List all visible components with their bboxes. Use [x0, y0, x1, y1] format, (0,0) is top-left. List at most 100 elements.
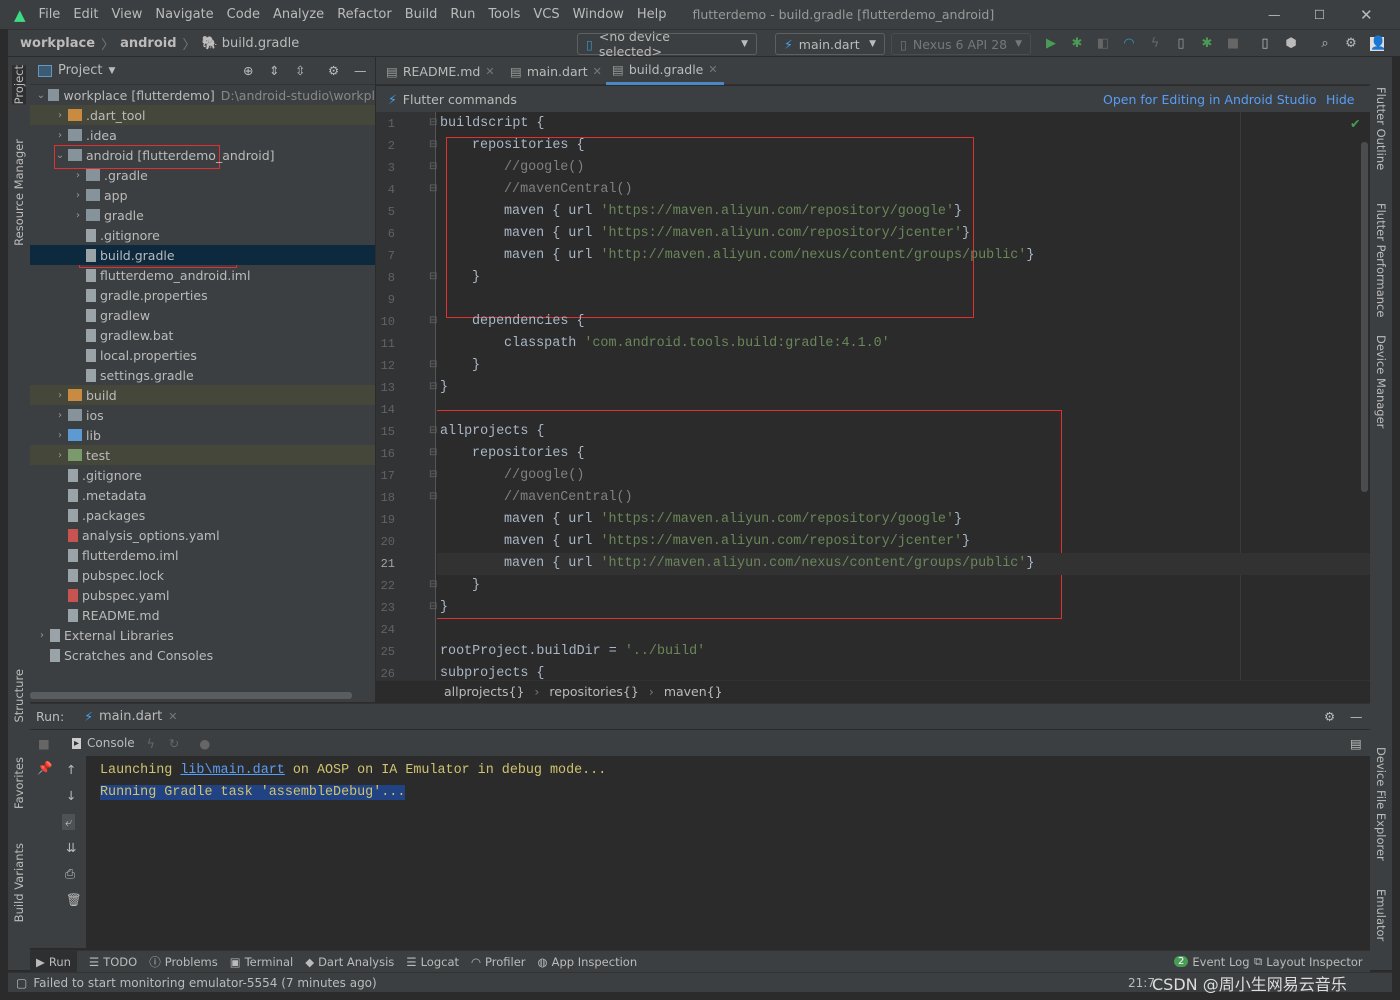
tree-item[interactable]: analysis_options.yaml — [30, 525, 375, 545]
tool-window-flutter-outline[interactable]: Flutter Outline — [1374, 87, 1388, 170]
tree-item[interactable]: Scratches and Consoles — [30, 645, 375, 665]
project-view-selector[interactable]: Project — [58, 63, 102, 78]
trash-icon[interactable]: 🗑 — [66, 892, 82, 908]
tree-item[interactable]: › test — [30, 445, 375, 465]
chevron-down-icon[interactable]: ⌄ — [54, 150, 66, 161]
tree-item[interactable]: local.properties — [30, 345, 375, 365]
tool-problems[interactable]: ⓘ Problems — [149, 954, 218, 970]
tool-window-favorites[interactable]: Favorites — [12, 757, 26, 809]
minimize-button[interactable]: — — [1268, 7, 1281, 22]
hot-restart-icon[interactable]: ↻ — [169, 736, 179, 751]
tree-item[interactable]: › .dart_tool — [30, 105, 375, 125]
attach-debugger-icon[interactable]: ✱ — [1200, 37, 1214, 51]
hide-icon[interactable]: — — [354, 63, 367, 78]
stop-icon[interactable]: ■ — [1226, 37, 1240, 51]
chevron-right-icon[interactable]: › — [72, 170, 84, 181]
file-link[interactable]: lib\main.dart — [180, 763, 284, 778]
tool-window-structure[interactable]: Structure — [12, 669, 26, 723]
structure-crumb[interactable]: allprojects{} — [444, 684, 524, 699]
tool-dart-analysis[interactable]: ◆ Dart Analysis — [305, 955, 394, 969]
tool-todo[interactable]: ☰ TODO — [89, 955, 137, 969]
tool-window-flutter-performance[interactable]: Flutter Performance — [1374, 203, 1388, 317]
tree-item[interactable]: › build — [30, 385, 375, 405]
device-manager-icon[interactable]: ▯ — [1258, 37, 1272, 51]
debug-icon[interactable]: ✱ — [1070, 37, 1084, 51]
avd-selector[interactable]: ▯ Nexus 6 API 28 ▼ — [891, 33, 1031, 55]
avatar[interactable]: 👤 — [1370, 37, 1386, 51]
tree-item[interactable]: › ios — [30, 405, 375, 425]
close-button[interactable]: ✕ — [1360, 6, 1373, 24]
collapse-all-icon[interactable]: ⇳ — [295, 63, 305, 78]
chevron-right-icon[interactable]: › — [72, 210, 84, 221]
expand-all-icon[interactable]: ⇕ — [269, 63, 279, 78]
open-for-editing-link[interactable]: Open for Editing in Android Studio — [1103, 92, 1317, 107]
chevron-right-icon[interactable]: › — [72, 190, 84, 201]
tree-item[interactable]: README.md — [30, 605, 375, 625]
tree-item[interactable]: pubspec.lock — [30, 565, 375, 585]
tab-main-dart[interactable]: ▤ main.dart ✕ — [504, 57, 608, 85]
close-icon[interactable]: ✕ — [168, 710, 177, 723]
menu-window[interactable]: Window — [573, 7, 624, 22]
run-config-selector[interactable]: ⚡ main.dart ▼ — [775, 33, 885, 55]
layout-icon[interactable]: ▤ — [1350, 736, 1362, 751]
structure-crumb[interactable]: repositories{} — [549, 684, 638, 699]
code-editor[interactable]: ✔ buildscript {repositories {//google() /… — [437, 112, 1370, 680]
soft-wrap-icon[interactable]: ⤶ — [62, 814, 76, 830]
close-icon[interactable]: ✕ — [708, 63, 717, 76]
chevron-right-icon[interactable]: › — [54, 410, 66, 421]
scroll-to-end-icon[interactable]: ⇊ — [66, 840, 76, 855]
gear-icon[interactable]: ⚙ — [1324, 709, 1335, 724]
sdk-manager-icon[interactable]: ⬢ — [1284, 37, 1298, 51]
tool-logcat[interactable]: ☰ Logcat — [406, 955, 459, 969]
chevron-right-icon[interactable]: › — [54, 390, 66, 401]
tree-item[interactable]: .gitignore — [30, 465, 375, 485]
search-icon[interactable]: ⌕ — [1318, 37, 1332, 51]
apply-changes-icon[interactable]: ▯ — [1174, 37, 1188, 51]
tree-scrollbar[interactable] — [30, 692, 352, 699]
tree-item[interactable]: › lib — [30, 425, 375, 445]
status-message[interactable]: Failed to start monitoring emulator-5554… — [33, 976, 376, 990]
tree-item[interactable]: .gitignore — [30, 225, 375, 245]
tree-item[interactable]: › External Libraries — [30, 625, 375, 645]
menu-view[interactable]: View — [112, 7, 143, 22]
tool-window-emulator[interactable]: Emulator — [1374, 889, 1388, 941]
tree-item[interactable]: gradlew.bat — [30, 325, 375, 345]
tree-item[interactable]: .metadata — [30, 485, 375, 505]
tool-app-inspection[interactable]: ◍ App Inspection — [538, 955, 638, 969]
tree-item[interactable]: flutterdemo_android.iml — [30, 265, 375, 285]
menu-run[interactable]: Run — [450, 7, 475, 22]
tab-build-gradle[interactable]: ▤ build.gradle ✕ — [606, 57, 724, 85]
chevron-down-icon[interactable]: ⌄ — [36, 90, 46, 101]
tool-window-build-variants[interactable]: Build Variants — [12, 843, 26, 922]
chevron-right-icon[interactable]: › — [54, 430, 66, 441]
breadcrumb-file[interactable]: build.gradle — [222, 36, 300, 51]
down-arrow-icon[interactable]: ↓ — [66, 788, 76, 803]
tree-item[interactable]: ⌄ android [flutterdemo_android] — [30, 145, 375, 165]
menu-build[interactable]: Build — [405, 7, 438, 22]
run-icon[interactable]: ▶ — [1044, 37, 1058, 51]
event-log-button[interactable]: 2 Event Log — [1174, 955, 1250, 969]
up-arrow-icon[interactable]: ↑ — [66, 762, 76, 777]
tree-item[interactable]: .packages — [30, 505, 375, 525]
locate-icon[interactable]: ⊕ — [243, 63, 253, 78]
console-tab[interactable]: Console — [87, 736, 135, 750]
structure-crumb[interactable]: maven{} — [664, 684, 723, 699]
breadcrumb-android[interactable]: android — [120, 36, 176, 51]
profile-icon[interactable]: ◠ — [1122, 37, 1136, 51]
menu-edit[interactable]: Edit — [73, 7, 98, 22]
gear-icon[interactable]: ⚙ — [1344, 37, 1358, 51]
tree-item[interactable]: › .idea — [30, 125, 375, 145]
close-icon[interactable]: ✕ — [593, 65, 602, 78]
tool-run[interactable]: ▶ Run — [30, 950, 77, 973]
tree-item[interactable]: gradlew — [30, 305, 375, 325]
menu-navigate[interactable]: Navigate — [155, 7, 213, 22]
tool-window-device-manager[interactable]: Device Manager — [1374, 335, 1388, 428]
tree-item[interactable]: › app — [30, 185, 375, 205]
tool-window-project[interactable]: Project — [12, 65, 26, 105]
tree-item[interactable]: settings.gradle — [30, 365, 375, 385]
close-icon[interactable]: ✕ — [485, 65, 494, 78]
tree-item[interactable]: ⌄ workplace [flutterdemo] D:\android-studi… — [30, 85, 375, 105]
tool-profiler[interactable]: ◠ Profiler — [471, 955, 526, 969]
menu-file[interactable]: File — [39, 7, 61, 22]
tree-item[interactable]: › gradle — [30, 205, 375, 225]
